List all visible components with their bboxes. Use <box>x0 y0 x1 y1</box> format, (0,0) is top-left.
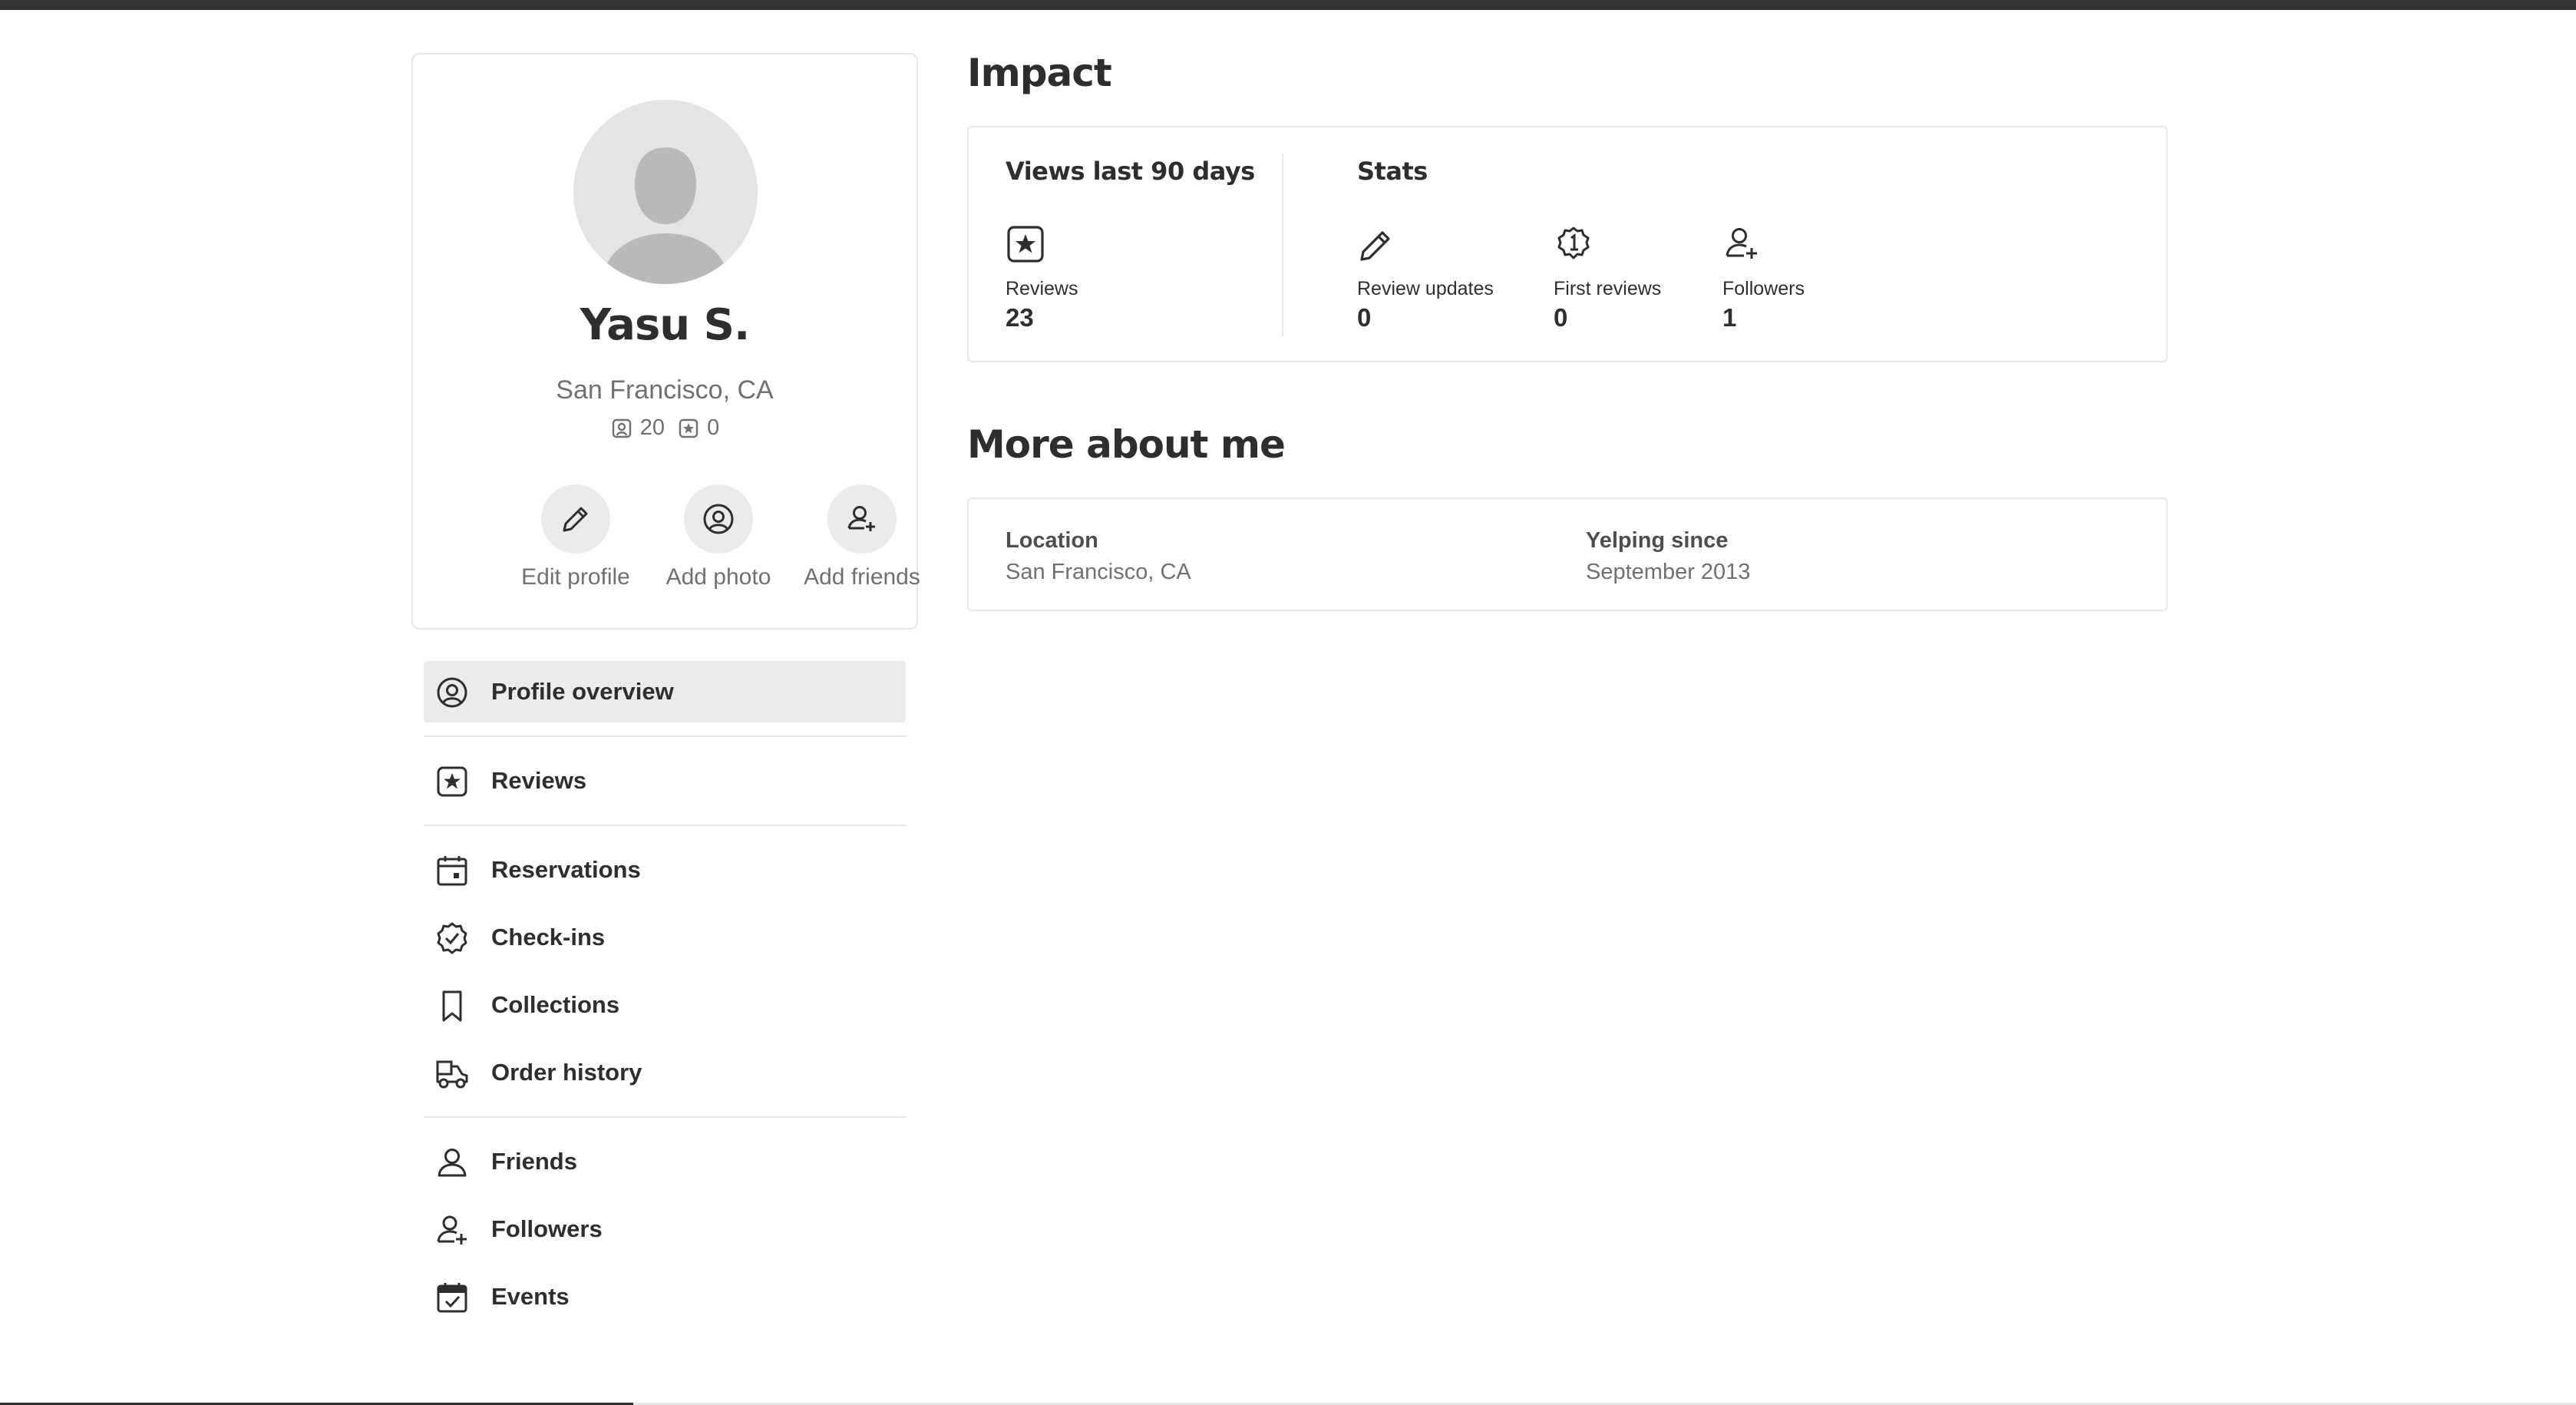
default-avatar-icon <box>573 100 758 284</box>
edit-profile-button[interactable]: Edit profile <box>503 484 649 590</box>
nav-label: Reservations <box>491 856 641 883</box>
nav-reviews[interactable]: Reviews <box>424 750 906 812</box>
profile-mini-stats: 20 0 <box>413 415 916 441</box>
star-review-icon <box>1007 226 1044 263</box>
nav-profile-overview[interactable]: Profile overview <box>424 661 906 722</box>
field-value: September 2013 <box>1586 560 1751 584</box>
nav-label: Reviews <box>491 767 587 794</box>
user-location: San Francisco, CA <box>556 375 774 405</box>
profile-icon <box>437 677 467 708</box>
review-updates-stat: Review updates 0 <box>1357 224 1494 332</box>
review-star-icon <box>679 418 698 438</box>
badge-check-icon <box>437 922 467 954</box>
nav-label: Events <box>491 1283 570 1310</box>
divider <box>424 825 906 826</box>
nav-check-ins[interactable]: Check-ins <box>424 907 906 968</box>
reviews-count: 0 <box>707 415 720 440</box>
first-reviews-stat: First reviews 0 <box>1554 224 1661 332</box>
friends-count: 20 <box>639 415 665 440</box>
add-photo-label: Add photo <box>665 564 771 590</box>
profile-actions: Edit profile Add photo Add friends <box>413 484 920 607</box>
nav-followers[interactable]: Followers <box>424 1198 906 1260</box>
nav-label: Check-ins <box>491 924 606 950</box>
add-friends-button[interactable]: Add friends <box>789 484 935 590</box>
field-value: San Francisco, CA <box>1006 560 1191 584</box>
about-location: Location San Francisco, CA <box>1006 528 1191 585</box>
add-photo-button[interactable]: Add photo <box>646 484 791 590</box>
stat-value: 23 <box>1006 303 1034 332</box>
field-label: Yelping since <box>1586 528 1729 553</box>
stats-title: Stats <box>1357 157 1428 186</box>
friends-icon <box>612 418 631 438</box>
divider <box>1282 154 1283 336</box>
nav-label: Collections <box>491 991 620 1018</box>
nav-reservations[interactable]: Reservations <box>424 839 906 901</box>
delivery-icon <box>436 1060 468 1089</box>
camera-icon <box>703 504 734 534</box>
stat-value: 1 <box>1722 303 1737 332</box>
reviews-count-stat: 0 <box>677 415 719 441</box>
about-card: Location San Francisco, CA Yelping since… <box>967 498 2168 611</box>
nav-events[interactable]: Events <box>424 1266 906 1327</box>
nav-label: Order history <box>491 1059 642 1086</box>
followers-stat: Followers 1 <box>1722 224 1805 332</box>
nav-collections[interactable]: Collections <box>424 974 906 1036</box>
about-yelping-since: Yelping since September 2013 <box>1586 528 1750 585</box>
calendar-icon <box>437 856 467 886</box>
nav-label: Followers <box>491 1215 603 1242</box>
about-title: More about me <box>967 422 1286 467</box>
views-title: Views last 90 days <box>1006 157 1255 186</box>
top-bar <box>0 0 2576 10</box>
nav-label: Profile overview <box>491 678 674 705</box>
side-nav: Profile overview Reviews Reservations Ch… <box>424 661 906 1327</box>
field-label: Location <box>1006 528 1098 553</box>
pencil-icon <box>1360 231 1390 261</box>
bookmark-icon <box>442 990 462 1022</box>
stat-label: Reviews <box>1006 278 1078 299</box>
user-name: Yasu S. <box>580 300 751 350</box>
profile-card: Yasu S. San Francisco, CA 20 0 Edit prof… <box>411 53 920 630</box>
followers-icon <box>1726 228 1757 259</box>
star-review-icon <box>437 766 467 797</box>
add-friend-icon <box>847 506 875 531</box>
first-badge-icon <box>1557 226 1590 260</box>
nav-order-history[interactable]: Order history <box>424 1042 906 1103</box>
friends-count-stat: 20 <box>610 415 665 441</box>
stat-label: First reviews <box>1554 278 1662 299</box>
avatar[interactable] <box>573 100 758 284</box>
person-icon <box>438 1149 467 1177</box>
stat-value: 0 <box>1554 303 1568 332</box>
views-reviews-stat: Reviews 23 <box>1006 224 1078 332</box>
divider <box>424 1116 906 1118</box>
edit-profile-label: Edit profile <box>521 564 630 590</box>
pencil-icon <box>563 507 588 532</box>
calendar-check-icon <box>437 1283 467 1313</box>
stat-value: 0 <box>1357 303 1372 332</box>
nav-label: Friends <box>491 1148 577 1175</box>
stat-label: Review updates <box>1357 278 1494 299</box>
stat-label: Followers <box>1722 278 1805 299</box>
impact-title: Impact <box>967 51 1112 95</box>
nav-friends[interactable]: Friends <box>424 1131 906 1192</box>
followers-icon <box>437 1215 467 1245</box>
add-friends-label: Add friends <box>804 564 920 590</box>
divider <box>424 736 906 737</box>
impact-card: Views last 90 days Stats Reviews 23 Revi… <box>967 126 2168 362</box>
